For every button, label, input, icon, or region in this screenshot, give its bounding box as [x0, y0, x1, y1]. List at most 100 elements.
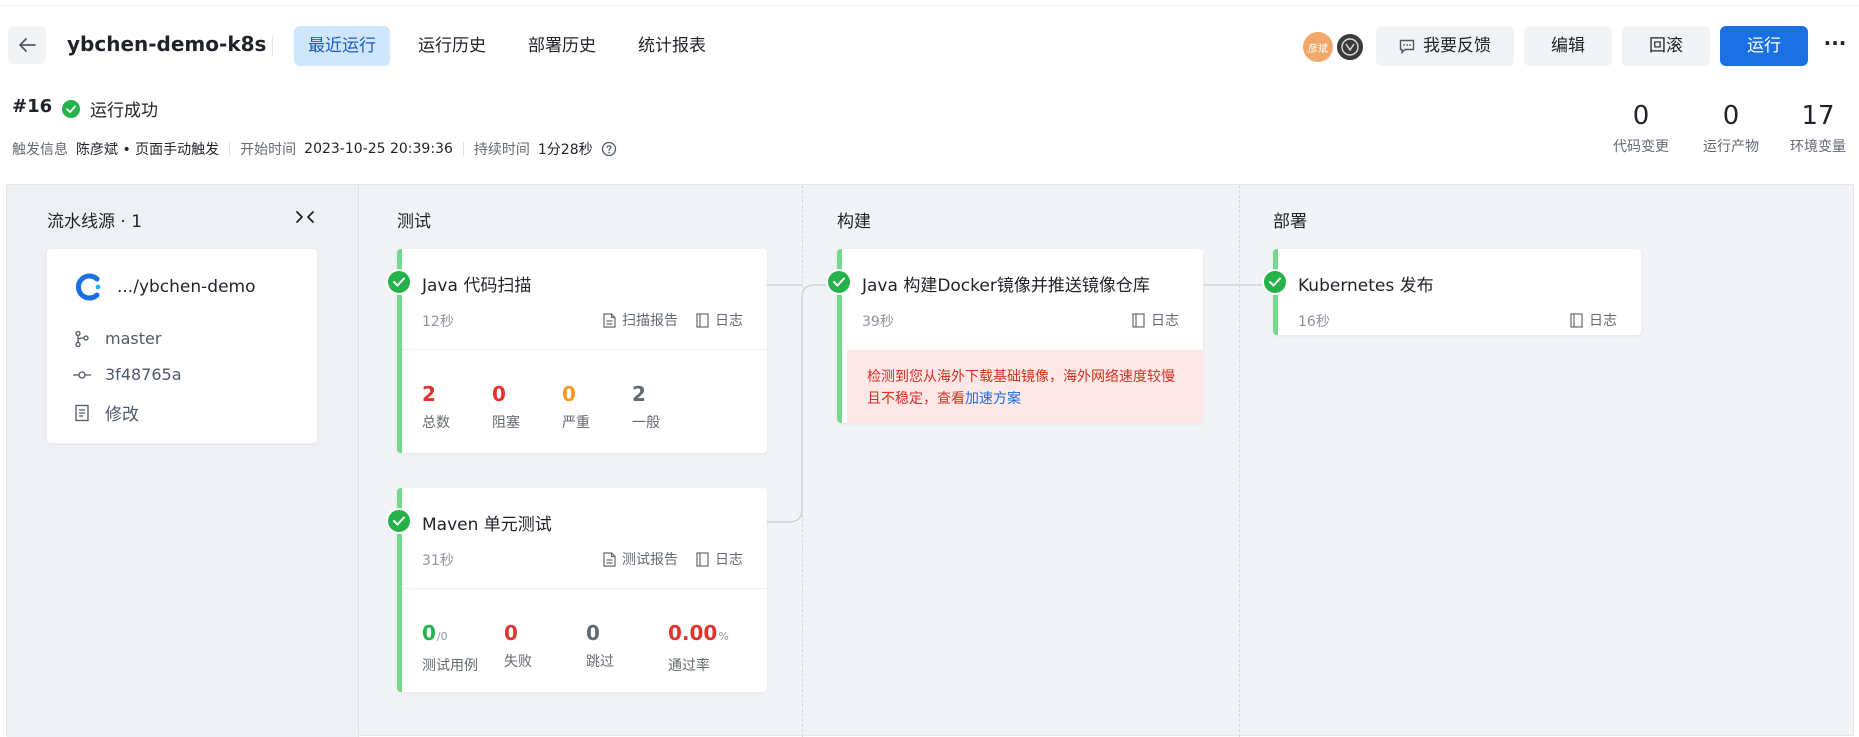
log-label: 日志	[1589, 313, 1617, 329]
job-duration: 39秒	[862, 314, 894, 330]
check-icon	[833, 277, 845, 287]
more-button[interactable]: ···	[1820, 30, 1850, 62]
metric-skipped[interactable]: 0 跳过	[586, 621, 614, 671]
log-icon	[1132, 312, 1145, 328]
stat-label: 环境变量	[1790, 139, 1846, 155]
tab-run-history[interactable]: 运行历史	[404, 26, 500, 66]
feedback-label: 我要反馈	[1423, 36, 1491, 56]
feedback-button[interactable]: 我要反馈	[1376, 26, 1514, 66]
check-icon	[393, 516, 405, 526]
source-column: 流水线源 · 1 .../ybchen-demo master 3f48765a…	[7, 185, 359, 737]
help-icon[interactable]	[601, 141, 617, 157]
source-card[interactable]: .../ybchen-demo master 3f48765a 修改	[47, 249, 317, 443]
job-duration: 31秒	[422, 553, 454, 569]
metric-label: 失败	[504, 654, 532, 670]
scan-report-label: 扫描报告	[622, 313, 678, 329]
log-label: 日志	[715, 552, 743, 568]
scan-report-link[interactable]: 扫描报告	[603, 310, 678, 330]
job-success-icon	[1262, 269, 1288, 295]
tab-statistics[interactable]: 统计报表	[624, 26, 720, 66]
log-link[interactable]: 日志	[1570, 310, 1617, 330]
metric-value: 0	[504, 621, 518, 645]
metric-normal[interactable]: 2 一般	[632, 382, 660, 432]
duration-value: 1分28秒	[537, 142, 593, 158]
change-row: 修改	[73, 400, 139, 425]
job-success-icon	[826, 269, 852, 295]
stage-title-build: 构建	[837, 212, 871, 232]
job-divider	[402, 349, 767, 350]
job-name: Maven 单元测试	[422, 515, 552, 535]
stage-title-deploy: 部署	[1273, 212, 1307, 232]
test-metrics: 0/0 测试用例 0 失败 0 跳过 0.00% 通过率	[422, 621, 729, 674]
tab-deploy-history[interactable]: 部署历史	[514, 26, 610, 66]
metric-value: 2	[422, 382, 436, 406]
metric-blocker[interactable]: 0 阻塞	[492, 382, 520, 432]
stat-label: 代码变更	[1613, 139, 1669, 155]
source-title: 流水线源 · 1	[47, 212, 143, 232]
branch-row: master	[73, 329, 161, 348]
warning-text: 检测到您从海外下载基础镜像，海外网络速度较慢且不稳定，查看	[867, 369, 1175, 407]
job-duration: 12秒	[422, 314, 454, 330]
log-link[interactable]: 日志	[696, 310, 743, 330]
job-card-docker-build[interactable]: Java 构建Docker镜像并推送镜像仓库 39秒 日志 检测到您从海外下载基…	[826, 249, 1203, 423]
run-button[interactable]: 运行	[1720, 26, 1808, 66]
test-report-link[interactable]: 测试报告	[603, 549, 678, 569]
stat-label: 运行产物	[1703, 139, 1759, 155]
stat-artifacts[interactable]: 0 运行产物	[1691, 100, 1771, 156]
metric-critical[interactable]: 0 严重	[562, 382, 590, 432]
job-links: 日志	[1132, 310, 1179, 330]
metric-label: 总数	[422, 415, 450, 431]
rollback-button[interactable]: 回滚	[1622, 26, 1710, 66]
avatar[interactable]: 彦斌	[1303, 32, 1333, 62]
commit-icon	[73, 370, 91, 379]
document-icon	[75, 404, 89, 421]
metric-label: 严重	[562, 415, 590, 431]
duration-label: 持续时间	[473, 142, 530, 158]
tab-recent-run[interactable]: 最近运行	[294, 26, 390, 66]
metric-label: 通过率	[668, 658, 710, 674]
start-time-label: 开始时间	[240, 142, 297, 158]
arrow-left-icon	[19, 38, 36, 52]
branch-icon	[75, 330, 89, 347]
back-button[interactable]	[8, 26, 46, 64]
log-icon	[696, 312, 709, 328]
metric-value: 0.00	[668, 621, 718, 645]
commit-hash[interactable]: 3f48765a	[105, 365, 182, 384]
job-success-icon	[386, 508, 412, 534]
metric-label: 跳过	[586, 654, 614, 670]
metric-label: 阻塞	[492, 415, 520, 431]
job-links: 测试报告 日志	[603, 549, 743, 569]
header-divider	[272, 36, 273, 56]
repo-name[interactable]: .../ybchen-demo	[117, 277, 256, 297]
collapse-icon[interactable]	[293, 205, 317, 229]
commit-row: 3f48765a	[73, 365, 182, 384]
check-icon	[1269, 277, 1281, 287]
report-icon	[603, 312, 616, 328]
change-message: 修改	[105, 405, 139, 425]
job-card-java-scan[interactable]: Java 代码扫描 12秒 扫描报告 日志 2 总数 0 阻塞 0 严重 2 一…	[386, 249, 767, 453]
meta-divider	[229, 142, 231, 156]
trigger-label: 触发信息	[12, 142, 68, 158]
metric-value-group: 0/0	[422, 621, 478, 649]
acceleration-link[interactable]: 加速方案	[965, 391, 1021, 407]
edit-button[interactable]: 编辑	[1524, 26, 1612, 66]
log-link[interactable]: 日志	[1132, 310, 1179, 330]
run-number: #16	[12, 96, 53, 117]
job-name: Java 构建Docker镜像并推送镜像仓库	[862, 276, 1150, 296]
repo-row: .../ybchen-demo	[73, 271, 256, 303]
run-meta: 触发信息 陈彦斌 • 页面手动触发 开始时间 2023-10-25 20:39:…	[12, 139, 617, 159]
log-link[interactable]: 日志	[696, 549, 743, 569]
metric-value: 0	[586, 621, 600, 645]
metric-pass-rate[interactable]: 0.00% 通过率	[668, 621, 729, 675]
metric-total[interactable]: 2 总数	[422, 382, 450, 432]
job-card-k8s-deploy[interactable]: Kubernetes 发布 16秒 日志	[1262, 249, 1641, 335]
user-avatar-icon	[1341, 38, 1359, 56]
metric-failed[interactable]: 0 失败	[504, 621, 532, 671]
metric-test-cases[interactable]: 0/0 测试用例	[422, 621, 478, 675]
job-card-maven-test[interactable]: Maven 单元测试 31秒 测试报告 日志 0/0 测试用例 0 失败 0 跳…	[386, 488, 767, 692]
stat-code-changes[interactable]: 0 代码变更	[1601, 100, 1681, 156]
avatar-user[interactable]	[1335, 32, 1365, 62]
stat-env-vars[interactable]: 17 环境变量	[1778, 100, 1858, 156]
stat-value: 0	[1632, 101, 1650, 131]
log-icon	[696, 551, 709, 567]
